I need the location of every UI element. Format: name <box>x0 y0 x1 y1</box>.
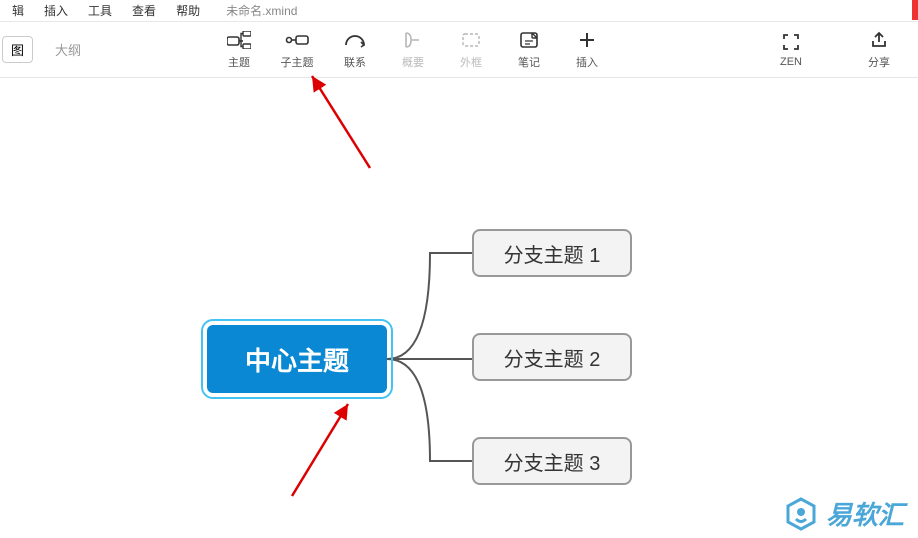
tool-notes[interactable]: 笔记 <box>500 30 558 70</box>
notes-icon <box>517 30 541 50</box>
tool-subtopic[interactable]: 子主题 <box>268 30 326 70</box>
connectors <box>0 78 918 538</box>
watermark-text: 易软汇 <box>826 495 904 532</box>
tool-summary-label: 概要 <box>402 54 424 70</box>
tool-boundary[interactable]: 外框 <box>442 30 500 70</box>
window-edge <box>912 0 918 20</box>
tab-outline[interactable]: 大纲 <box>55 40 81 59</box>
topic-icon <box>227 30 251 50</box>
watermark: 易软汇 <box>784 495 904 532</box>
menu-help[interactable]: 帮助 <box>166 2 210 19</box>
watermark-icon <box>784 497 818 531</box>
branch-topic-1[interactable]: 分支主题 1 <box>472 229 632 277</box>
subtopic-icon <box>285 30 309 50</box>
tool-notes-label: 笔记 <box>518 54 540 70</box>
tool-zen-label: ZEN <box>780 56 802 68</box>
toolbar-row: 图 大纲 主题 子主题 联系 概要 <box>0 22 918 78</box>
branch-topic-2[interactable]: 分支主题 2 <box>472 333 632 381</box>
boundary-icon <box>459 30 483 50</box>
zen-icon <box>779 32 803 52</box>
menu-tools[interactable]: 工具 <box>78 2 122 19</box>
tool-topic-label: 主题 <box>228 54 250 70</box>
menu-edit[interactable]: 辑 <box>2 2 34 19</box>
summary-icon <box>401 30 425 50</box>
relation-icon <box>343 30 367 50</box>
tool-insert-label: 插入 <box>576 54 598 70</box>
document-title: 未命名.xmind <box>216 2 307 19</box>
tool-boundary-label: 外框 <box>460 54 482 70</box>
central-topic[interactable]: 中心主题 <box>207 325 387 393</box>
annotation-arrow-1 <box>300 68 380 178</box>
tab-map[interactable]: 图 <box>2 36 33 63</box>
insert-icon <box>575 30 599 50</box>
tool-share[interactable]: 分享 <box>850 30 908 70</box>
annotation-arrow-2 <box>280 396 370 506</box>
tool-topic[interactable]: 主题 <box>210 30 268 70</box>
tool-share-label: 分享 <box>868 54 890 70</box>
canvas[interactable]: 中心主题 分支主题 1 分支主题 2 分支主题 3 易软汇 <box>0 78 918 538</box>
tool-insert[interactable]: 插入 <box>558 30 616 70</box>
tool-relation-label: 联系 <box>344 54 366 70</box>
tool-subtopic-label: 子主题 <box>281 54 314 70</box>
branch-topic-3[interactable]: 分支主题 3 <box>472 437 632 485</box>
share-icon <box>867 30 891 50</box>
tool-zen[interactable]: ZEN <box>762 32 820 68</box>
tool-summary[interactable]: 概要 <box>384 30 442 70</box>
menubar: 辑 插入 工具 查看 帮助 未命名.xmind <box>0 0 918 22</box>
menu-insert[interactable]: 插入 <box>34 2 78 19</box>
menu-view[interactable]: 查看 <box>122 2 166 19</box>
tool-relation[interactable]: 联系 <box>326 30 384 70</box>
